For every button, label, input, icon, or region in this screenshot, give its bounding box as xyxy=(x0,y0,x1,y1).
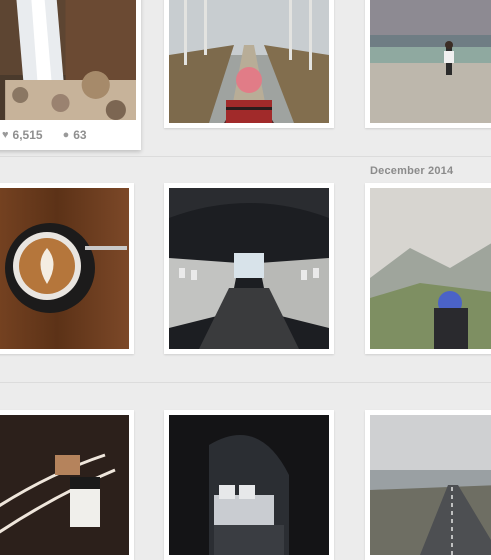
photo-road[interactable] xyxy=(169,0,329,123)
photo-card-plane[interactable] xyxy=(164,183,334,354)
photo-card-rooftop[interactable] xyxy=(365,0,491,128)
photo-rooftop[interactable] xyxy=(370,0,491,123)
post-stats: ♥ 6,515 ● 63 xyxy=(2,128,87,142)
photo-camera[interactable] xyxy=(0,415,129,555)
heart-icon[interactable]: ♥ xyxy=(2,129,9,141)
photo-card-waterfall[interactable]: ♥ 6,515 ● 63 xyxy=(0,0,141,150)
photo-card-landscape-road[interactable] xyxy=(365,410,491,560)
photo-card-mountains[interactable] xyxy=(365,183,491,354)
photo-card-road[interactable] xyxy=(164,0,334,128)
photo-card-bedroom[interactable] xyxy=(164,410,334,560)
like-count: 6,515 xyxy=(12,128,43,142)
comment-icon[interactable]: ● xyxy=(63,129,70,141)
photo-coffee[interactable] xyxy=(0,188,129,349)
photo-card-camera[interactable] xyxy=(0,410,134,560)
photo-plane[interactable] xyxy=(169,188,329,349)
comment-count: 63 xyxy=(73,128,87,142)
photo-mountains[interactable] xyxy=(370,188,491,349)
photo-waterfall[interactable] xyxy=(0,0,136,120)
photo-card-coffee[interactable] xyxy=(0,183,134,354)
photo-landscape-road[interactable] xyxy=(370,415,491,555)
date-label: December 2014 xyxy=(370,165,454,177)
photo-bedroom[interactable] xyxy=(169,415,329,555)
